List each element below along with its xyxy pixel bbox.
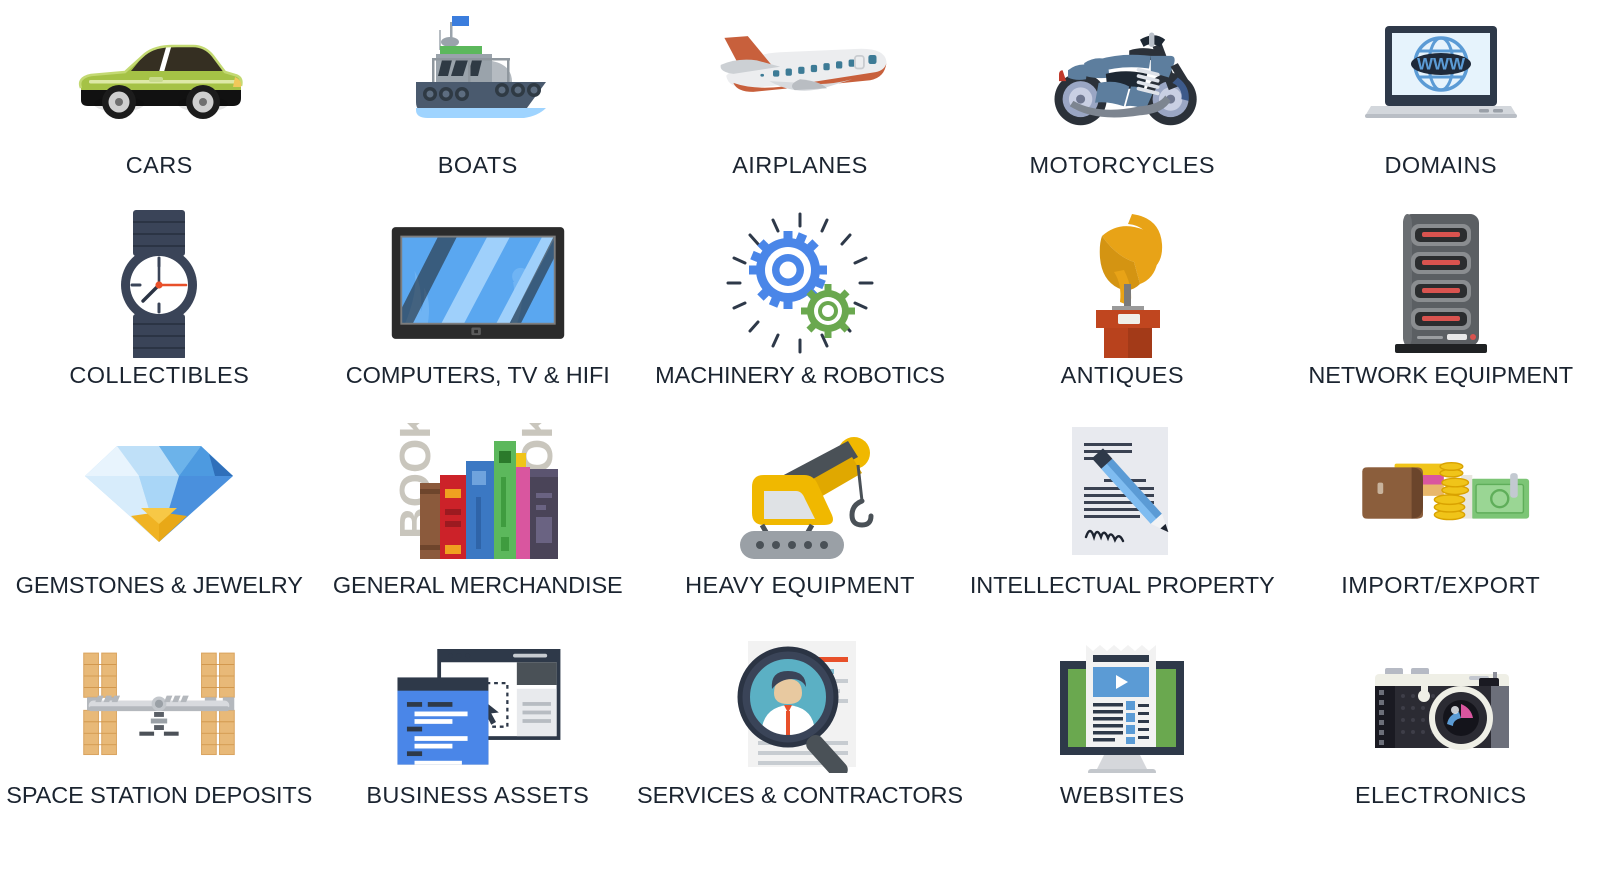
books-icon: BOOK BOOK [388,423,568,559]
category-label: COMPUTERS, TV & HIFI [345,362,610,388]
wristwatch-icon [69,210,249,358]
category-label: GEMSTONES & JEWELRY [15,572,303,598]
category-label: CARS [125,152,193,178]
boat-icon [388,10,568,136]
category-label: COLLECTIBLES [69,362,250,388]
category-grid: CARS BOATS AIRPLANES MOTORCYCLES WWW DOM… [0,0,1600,875]
diamond-icon [69,430,249,556]
category-tile-space-station-deposits[interactable]: SPACE STATION DEPOSITS [0,634,319,844]
category-label: SERVICES & CONTRACTORS [637,782,963,808]
category-tile-heavy-equipment[interactable]: HEAVY EQUIPMENT [637,424,963,634]
airplane-icon [710,10,890,136]
category-label: SPACE STATION DEPOSITS [6,782,313,808]
category-label: ANTIQUES [1060,362,1184,388]
wallet-coins-cash-icon [1351,430,1531,556]
category-label: MOTORCYCLES [1029,152,1215,178]
category-tile-airplanes[interactable]: AIRPLANES [637,4,963,214]
category-tile-gemstones-jewelry[interactable]: GEMSTONES & JEWELRY [0,424,319,634]
category-tile-websites[interactable]: WEBSITES [963,634,1282,844]
signed-document-icon [1032,427,1212,556]
category-tile-domains[interactable]: WWW DOMAINS [1282,4,1600,214]
category-tile-collectibles[interactable]: COLLECTIBLES [0,210,319,424]
category-tile-antiques[interactable]: ANTIQUES [963,214,1282,424]
car-icon [69,10,249,136]
motorcycle-icon [1032,10,1212,136]
resume-magnifier-icon [710,640,890,773]
greek-helmet-pedestal-icon [1032,214,1212,358]
category-tile-boats[interactable]: BOATS [319,4,638,214]
server-rack-icon [1351,214,1531,353]
category-label: INTELLECTUAL PROPERTY [969,572,1275,598]
laptop-www-icon: WWW [1351,10,1531,136]
category-tile-import-export[interactable]: IMPORT/EXPORT [1282,424,1600,634]
category-label: GENERAL MERCHANDISE [332,572,623,598]
gears-icon [710,212,890,354]
category-tile-general-merchandise[interactable]: BOOK BOOK [319,423,638,634]
svg-text:WWW: WWW [1417,55,1466,74]
category-tile-services-contractors[interactable]: SERVICES & CONTRACTORS [637,634,963,844]
camera-icon [1351,640,1531,766]
browser-windows-icon [388,640,568,766]
category-label: WEBSITES [1059,782,1185,808]
category-label: MACHINERY & ROBOTICS [655,362,945,388]
category-label: ELECTRONICS [1354,782,1527,808]
category-tile-business-assets[interactable]: BUSINESS ASSETS [319,634,638,844]
category-tile-intellectual-property[interactable]: INTELLECTUAL PROPERTY [963,424,1282,634]
category-label: NETWORK EQUIPMENT [1308,362,1574,388]
category-label: AIRPLANES [732,152,868,178]
television-icon [388,220,568,346]
category-tile-network-equipment[interactable]: NETWORK EQUIPMENT [1282,214,1600,424]
category-tile-electronics[interactable]: ELECTRONICS [1282,634,1600,844]
crane-icon [710,430,890,559]
category-tile-machinery-robotics[interactable]: MACHINERY & ROBOTICS [637,212,963,424]
space-station-icon [69,640,249,766]
category-tile-motorcycles[interactable]: MOTORCYCLES [963,4,1282,214]
category-tile-computers-tv-hifi[interactable]: COMPUTERS, TV & HIFI [319,214,638,424]
category-label: BUSINESS ASSETS [366,782,590,808]
category-label: IMPORT/EXPORT [1341,572,1541,598]
category-label: BOATS [437,152,518,178]
category-tile-cars[interactable]: CARS [0,4,319,214]
website-monitor-icon [1032,640,1212,773]
category-label: HEAVY EQUIPMENT [685,572,915,598]
category-label: DOMAINS [1384,152,1497,178]
